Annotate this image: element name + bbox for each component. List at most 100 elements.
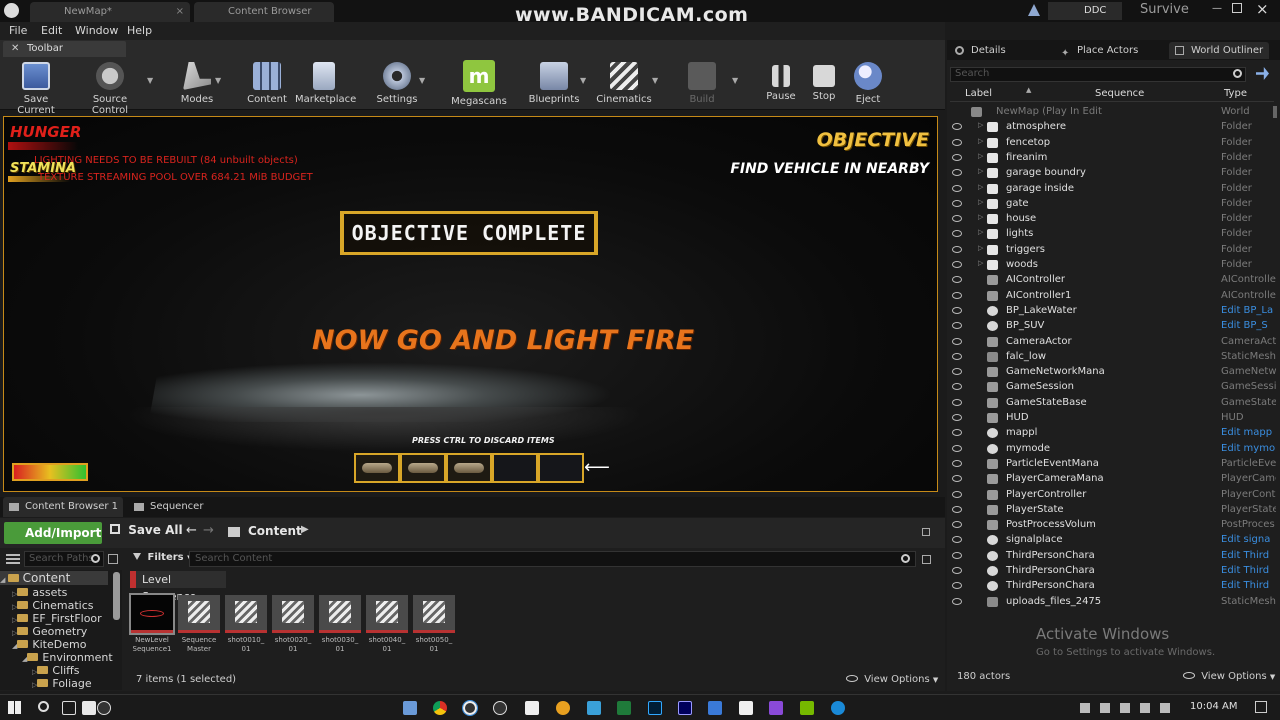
view-options-button[interactable]: View Options ▼ (846, 674, 938, 685)
edit-blueprint-link[interactable]: Edit Third (1221, 550, 1276, 561)
inventory-slot[interactable] (446, 453, 492, 483)
visibility-eye-icon[interactable] (952, 490, 962, 498)
tab-place-actors[interactable]: ✦ Place Actors (1055, 42, 1167, 59)
outliner-row[interactable]: PostProcessVolum PostProces (947, 518, 1280, 533)
outliner-row[interactable]: GameSession GameSessi (947, 380, 1280, 395)
outliner-row[interactable]: ▷ house Folder (947, 212, 1280, 227)
outliner-row[interactable]: ▷ garage boundry Folder (947, 166, 1280, 181)
visual-studio-icon[interactable] (769, 701, 783, 715)
app-icon[interactable] (587, 701, 601, 715)
visibility-eye-icon[interactable] (952, 398, 962, 406)
outliner-row[interactable]: ▷ lights Folder (947, 227, 1280, 242)
tree-item-kitedemo[interactable]: ◢ KiteDemo (12, 638, 86, 651)
visibility-eye-icon[interactable] (952, 536, 962, 544)
close-window-button[interactable]: × (1256, 0, 1269, 18)
tree-item-environment[interactable]: ◢ Environment (22, 651, 113, 664)
stop-button[interactable]: Stop (808, 60, 840, 108)
asset-tile[interactable]: NewLevel Sequence1 (129, 593, 175, 654)
save-all-button[interactable]: Save All (110, 523, 183, 537)
tree-item-cinematics[interactable]: ▷ Cinematics (12, 599, 93, 612)
visibility-eye-icon[interactable] (952, 199, 962, 207)
visibility-eye-icon[interactable] (952, 306, 962, 314)
visibility-eye-icon[interactable] (952, 245, 962, 253)
outliner-row[interactable]: ThirdPersonChara Edit Third (947, 549, 1280, 564)
outliner-row[interactable]: HUD HUD (947, 411, 1280, 426)
photoshop-icon[interactable] (648, 701, 662, 715)
tab-newmap[interactable]: NewMap* × (30, 2, 190, 22)
search-icon[interactable] (38, 701, 49, 712)
inventory-slot[interactable] (492, 453, 538, 483)
outliner-scrollbar[interactable] (1273, 106, 1277, 118)
visibility-eye-icon[interactable] (952, 475, 962, 483)
outliner-settings-icon[interactable] (1256, 67, 1269, 80)
outliner-row[interactable]: PlayerController PlayerCont (947, 488, 1280, 503)
nvidia-icon[interactable] (800, 701, 814, 715)
visibility-eye-icon[interactable] (952, 261, 962, 268)
task-view-icon[interactable] (62, 701, 76, 715)
notification-icon[interactable] (1028, 4, 1040, 16)
outliner-row[interactable]: CameraActor CameraActo (947, 335, 1280, 350)
chevron-right-icon[interactable]: ▷ (978, 121, 983, 129)
outliner-row[interactable]: ParticleEventMana ParticleEve (947, 457, 1280, 472)
app-icon[interactable] (739, 701, 753, 715)
visibility-eye-icon[interactable] (952, 459, 962, 467)
column-sequence[interactable]: Sequence (1095, 88, 1144, 99)
visibility-eye-icon[interactable] (952, 352, 962, 360)
column-type[interactable]: Type (1224, 88, 1247, 99)
megascans-button[interactable]: m Megascans (450, 60, 508, 108)
visibility-eye-icon[interactable] (952, 276, 962, 284)
lock-icon[interactable] (922, 528, 930, 536)
outliner-row[interactable]: PlayerCameraMana PlayerCame (947, 472, 1280, 487)
build-button[interactable]: Build (682, 60, 722, 108)
bandicam-icon[interactable] (82, 701, 96, 715)
maximize-button[interactable] (1232, 3, 1242, 13)
chevron-right-icon[interactable]: ▷ (978, 152, 983, 160)
blueprints-button[interactable]: Blueprints (528, 60, 580, 108)
outliner-row[interactable]: GameStateBase GameStateI (947, 396, 1280, 411)
level-sequence-filter-chip[interactable]: Level Sequence (130, 571, 226, 603)
tab-sequencer[interactable]: Sequencer (128, 497, 238, 517)
visibility-eye-icon[interactable] (952, 551, 962, 559)
tree-scrollbar[interactable] (113, 572, 120, 620)
excel-icon[interactable] (617, 701, 631, 715)
outliner-row[interactable]: mappl Edit mapp (947, 426, 1280, 441)
search-paths-input[interactable]: Search Paths (24, 551, 104, 567)
visibility-eye-icon[interactable] (952, 123, 962, 131)
visibility-eye-icon[interactable] (952, 138, 962, 146)
menu-file[interactable]: File (9, 24, 27, 37)
menu-window[interactable]: Window (75, 24, 118, 37)
app-icon[interactable] (525, 701, 539, 715)
sources-toggle-icon[interactable] (6, 554, 20, 564)
chevron-right-icon[interactable]: ▷ (978, 167, 983, 175)
toolbar-tab[interactable]: ✕ Toolbar (3, 41, 126, 57)
chevron-right-icon[interactable]: ▷ (978, 183, 983, 191)
close-icon[interactable]: × (176, 2, 184, 22)
vlc-icon[interactable] (556, 701, 570, 715)
chevron-right-icon[interactable]: ▷ (978, 198, 983, 206)
outliner-row[interactable]: signalplace Edit signa (947, 533, 1280, 548)
tab-details[interactable]: Details (949, 42, 1049, 59)
file-explorer-icon[interactable] (403, 701, 417, 715)
chevron-down-icon[interactable]: ▼ (580, 76, 586, 85)
notifications-icon[interactable] (1255, 701, 1267, 713)
column-label[interactable]: Label (965, 88, 992, 99)
chevron-down-icon[interactable]: ▼ (732, 76, 738, 85)
edit-blueprint-link[interactable]: Edit BP_S (1221, 320, 1276, 331)
asset-tile[interactable]: shot0050_ 01 (413, 595, 455, 654)
eject-button[interactable]: Eject (851, 60, 885, 108)
pause-button[interactable]: Pause (763, 60, 799, 108)
unreal-icon[interactable] (493, 701, 507, 715)
chevron-right-icon[interactable]: ▷ (978, 213, 983, 221)
content-button[interactable]: Content (245, 60, 289, 108)
inventory-slot[interactable] (400, 453, 446, 483)
asset-tile[interactable]: shot0020_ 01 (272, 595, 314, 654)
visibility-eye-icon[interactable] (952, 582, 962, 590)
edit-blueprint-link[interactable]: Edit signa (1221, 534, 1276, 545)
outliner-row[interactable]: AIController1 AIControlle (947, 289, 1280, 304)
chrome-icon[interactable] (433, 701, 447, 715)
mail-icon[interactable] (708, 701, 722, 715)
save-search-icon[interactable] (922, 555, 931, 564)
outliner-row[interactable]: BP_LakeWater Edit BP_La (947, 304, 1280, 319)
tree-item-ef-firstfloor[interactable]: ▷ EF_FirstFloor (12, 612, 102, 625)
outliner-row[interactable]: ▷ garage inside Folder (947, 182, 1280, 197)
